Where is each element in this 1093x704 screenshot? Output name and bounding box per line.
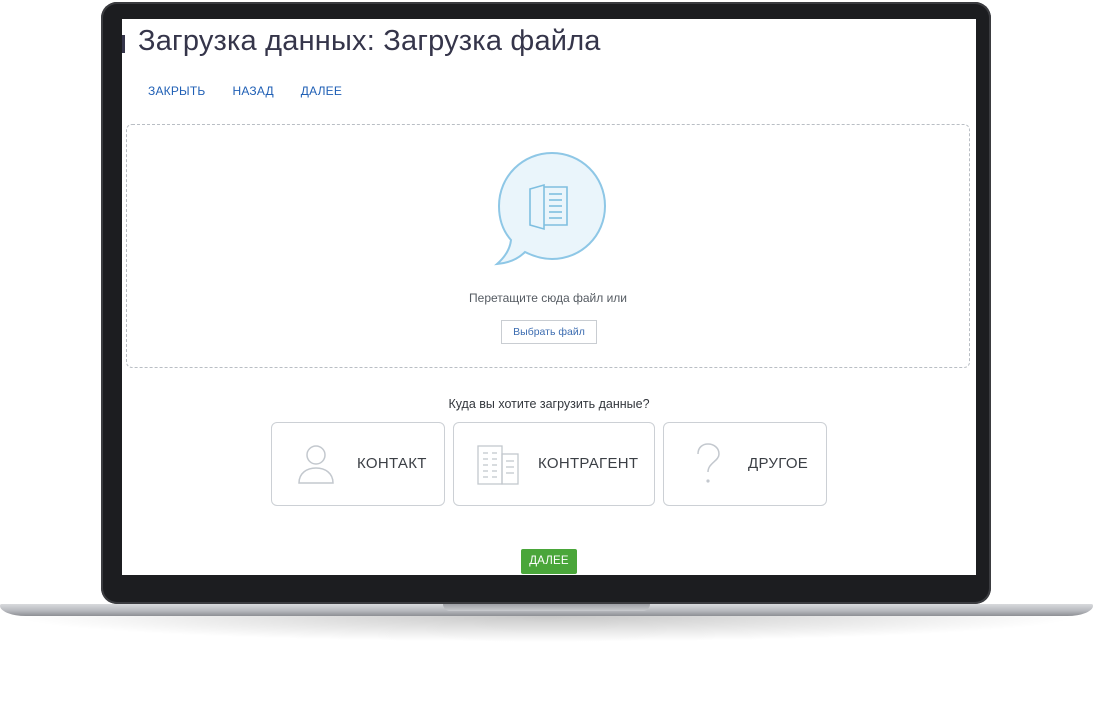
dropzone-prompt: Перетащите сюда файл или xyxy=(469,291,627,305)
top-navigation: ЗАКРЫТЬ НАЗАД ДАЛЕЕ xyxy=(148,84,342,98)
file-bubble-icon xyxy=(494,151,607,266)
building-icon xyxy=(477,445,519,485)
file-dropzone[interactable]: Перетащите сюда файл или Выбрать файл xyxy=(126,124,970,368)
option-counterparty[interactable]: КОНТРАГЕНТ xyxy=(453,422,655,506)
next-button[interactable]: ДАЛЕЕ xyxy=(521,549,577,574)
title-accent-bar xyxy=(122,35,125,53)
back-link[interactable]: НАЗАД xyxy=(232,84,273,98)
question-icon xyxy=(697,443,720,483)
option-counterparty-label: КОНТРАГЕНТ xyxy=(538,455,639,472)
app-screen: Загрузка данных: Загрузка файла ЗАКРЫТЬ … xyxy=(122,19,976,575)
next-link[interactable]: ДАЛЕЕ xyxy=(301,84,342,98)
page-title: Загрузка данных: Загрузка файла xyxy=(138,25,601,57)
option-other[interactable]: ДРУГОЕ xyxy=(663,422,827,506)
destination-question: Куда вы хотите загрузить данные? xyxy=(448,397,650,411)
laptop-shadow xyxy=(10,616,1083,642)
choose-file-button[interactable]: Выбрать файл xyxy=(501,320,597,344)
option-other-label: ДРУГОЕ xyxy=(748,455,809,472)
person-icon xyxy=(298,445,334,484)
option-contact-label: КОНТАКТ xyxy=(357,455,427,472)
option-contact[interactable]: КОНТАКТ xyxy=(271,422,445,506)
laptop-base-notch xyxy=(443,604,650,611)
close-link[interactable]: ЗАКРЫТЬ xyxy=(148,84,205,98)
